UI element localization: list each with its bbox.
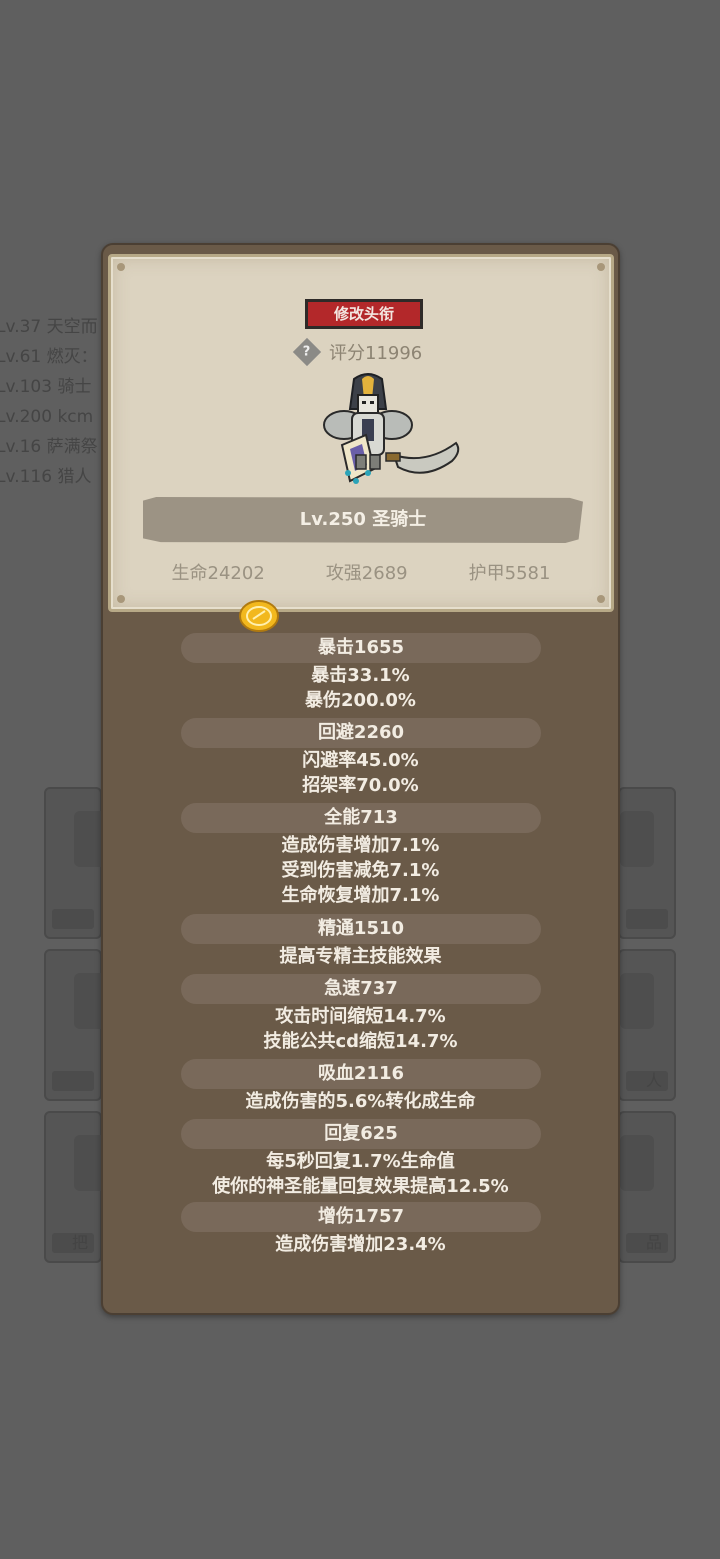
stat-header-regen[interactable]: 回复625 xyxy=(181,1119,541,1149)
character-name-banner: Lv.250 圣骑士 xyxy=(143,497,583,543)
corner-rivet-icon xyxy=(117,595,125,603)
stat-line: 提高专精主技能效果 xyxy=(279,946,442,967)
stat-header-damage-bonus[interactable]: 增伤1757 xyxy=(181,1202,541,1232)
stat-line: 暴击33.1% xyxy=(311,665,410,686)
equipment-icon xyxy=(620,1135,654,1191)
stat-header-mastery[interactable]: 精通1510 xyxy=(181,914,541,944)
base-stats-row: 生命24202 攻强2689 护甲5581 xyxy=(111,559,611,585)
background-card xyxy=(44,787,108,939)
background-card: 人 xyxy=(618,949,676,1101)
score-text: 评分11996 xyxy=(329,343,423,364)
stat-line: 造成伤害的5.6%转化成生命 xyxy=(245,1091,476,1112)
list-item: Lv.61 燃灭： xyxy=(0,347,98,367)
paladin-character-icon xyxy=(323,373,460,484)
corner-rivet-icon xyxy=(597,263,605,271)
help-icon[interactable]: ? xyxy=(292,337,322,367)
stat-line: 闪避率45.0% xyxy=(302,750,419,771)
stat-line: 造成伤害增加7.1% xyxy=(281,835,440,856)
stat-header-versatility[interactable]: 全能713 xyxy=(181,803,541,833)
stat-line: 招架率70.0% xyxy=(302,775,419,796)
stat-line: 技能公共cd缩短14.7% xyxy=(263,1031,458,1052)
gold-coin-icon[interactable] xyxy=(239,599,279,633)
attack-stat: 攻强2689 xyxy=(325,563,408,584)
stat-header-haste[interactable]: 急速737 xyxy=(181,974,541,1004)
rename-title-button[interactable]: 修改头衔 xyxy=(305,299,423,329)
stat-line: 受到伤害减免7.1% xyxy=(281,860,440,881)
stat-line: 生命恢复增加7.1% xyxy=(281,885,440,906)
list-item: Lv.103 骑士 xyxy=(0,377,92,397)
armor-stat: 护甲5581 xyxy=(468,563,551,584)
corner-rivet-icon xyxy=(597,595,605,603)
background-card: 把 xyxy=(44,1111,108,1263)
equipment-icon xyxy=(620,973,654,1029)
character-stats-panel: 修改头衔 ? 评分11996 Lv.250 圣骑士 生命24202 攻强2689… xyxy=(101,243,620,1315)
stat-line: 攻击时间缩短14.7% xyxy=(275,1006,446,1027)
background-card: 品 xyxy=(618,1111,676,1263)
stat-header-crit[interactable]: 暴击1655 xyxy=(181,633,541,663)
list-item: Lv.16 萨满祭 xyxy=(0,437,98,457)
background-card xyxy=(44,949,108,1101)
stat-line: 造成伤害增加23.4% xyxy=(275,1234,446,1255)
hp-stat: 生命24202 xyxy=(171,563,265,584)
score-row: ? 评分11996 xyxy=(292,337,423,367)
character-profile-card: 修改头衔 ? 评分11996 Lv.250 圣骑士 生命24202 攻强2689… xyxy=(108,254,614,612)
stat-header-lifesteal[interactable]: 吸血2116 xyxy=(181,1059,541,1089)
background-card xyxy=(618,787,676,939)
stat-line: 使你的神圣能量回复效果提高12.5% xyxy=(212,1176,509,1197)
corner-rivet-icon xyxy=(117,263,125,271)
list-item: Lv.37 天空而 xyxy=(0,317,98,337)
stat-line: 暴伤200.0% xyxy=(305,690,416,711)
stat-header-avoidance[interactable]: 回避2260 xyxy=(181,718,541,748)
equipment-icon xyxy=(620,811,654,867)
list-item: Lv.116 猎人 xyxy=(0,467,92,487)
stat-line: 每5秒回复1.7%生命值 xyxy=(266,1151,455,1172)
list-item: Lv.200 kcm xyxy=(0,407,94,427)
